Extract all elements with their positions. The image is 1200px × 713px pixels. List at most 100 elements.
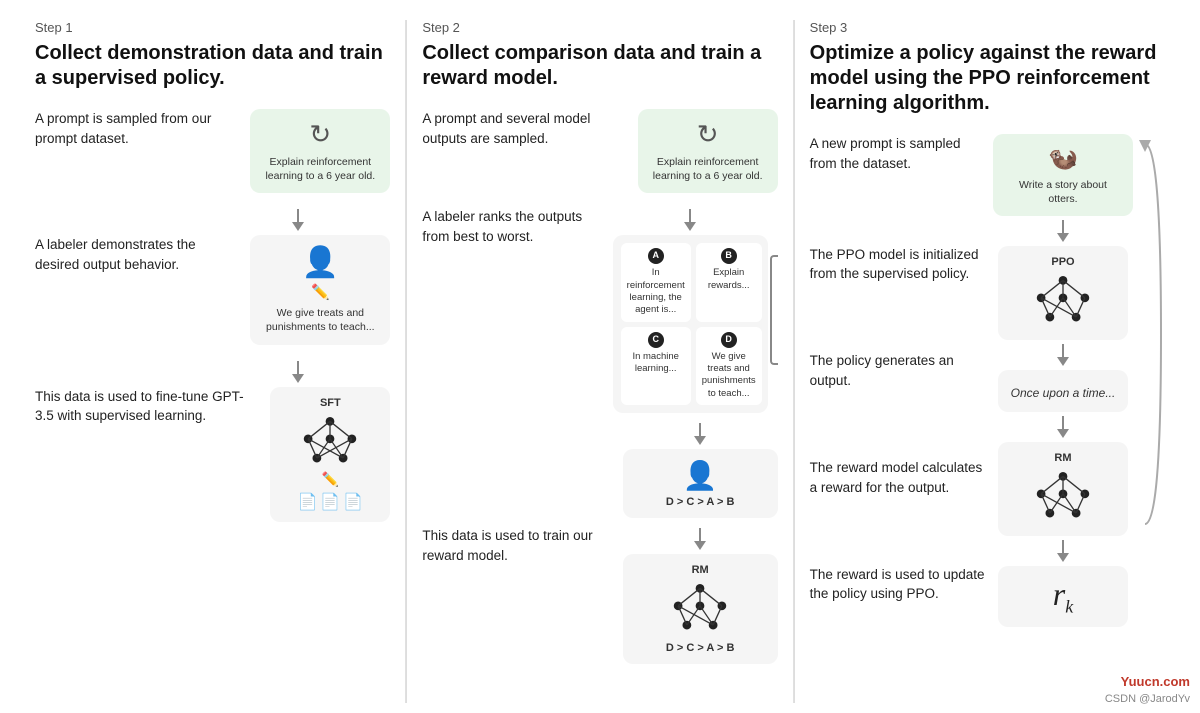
step1-row2: A labeler demonstrates the desired outpu…: [35, 235, 390, 344]
cell-text-d: We give treats and punishments to teach.…: [702, 351, 756, 400]
step1-card-sft: SFT: [270, 387, 390, 522]
watermark-red: Yuucn.com: [1121, 674, 1190, 689]
arrow-step3-3: [1055, 416, 1071, 438]
step2-row1: A prompt and several model outputs are s…: [422, 109, 777, 193]
step3-card3: Once upon a time...: [998, 370, 1128, 412]
step3-cards: 🦦 Write a story about otters. PPO: [993, 134, 1133, 627]
pencil-icon2: ✏️: [322, 471, 339, 488]
step2-content: A prompt and several model outputs are s…: [422, 109, 777, 664]
step2-person-card: 👤 D > C > A > B: [623, 449, 778, 518]
step3-text4: The reward model calculates a reward for…: [810, 458, 985, 521]
comp-cell-a: A In reinforcement learning, the agent i…: [621, 243, 691, 321]
recycle-icon: ↻: [309, 119, 331, 150]
arrow-step3-2: [1055, 344, 1071, 366]
step2-card-prompt: ↻ Explain reinforcement learning to a 6 …: [638, 109, 778, 193]
pencil-icon: ✏️: [311, 283, 330, 301]
step2-person-card-wrap: 👤 D > C > A > B: [623, 421, 778, 518]
step2-comparison-section: A labeler ranks the outputs from best to…: [422, 207, 777, 413]
step2-rm-card: RM: [623, 554, 778, 664]
step2-text2-wrap: A labeler ranks the outputs from best to…: [422, 207, 606, 252]
step2-text1: A prompt and several model outputs are s…: [422, 109, 625, 148]
feedback-arrow-wrap: [1137, 134, 1165, 554]
cell-label-d: D: [721, 332, 737, 348]
step1-title: Collect demonstration data and train a s…: [35, 41, 390, 91]
step1-card-labeler: 👤 ✏️ We give treats and punishments to t…: [250, 235, 390, 344]
feedback-arrow-svg: [1137, 134, 1165, 554]
arrow-step2-3: [692, 528, 708, 550]
watermark: CSDN @JarodYv: [1105, 693, 1190, 705]
rm2-label: RM: [1054, 452, 1071, 464]
arrow-step2-1: [613, 209, 768, 231]
sft-label: SFT: [320, 397, 341, 409]
step1-column: Step 1 Collect demonstration data and tr…: [20, 20, 406, 703]
arrow1: [35, 209, 390, 231]
step2-column: Step 2 Collect comparison data and train…: [407, 20, 793, 703]
step3-card1: 🦦 Write a story about otters.: [993, 134, 1133, 216]
step1-card-label1: Explain reinforcement learning to a 6 ye…: [262, 156, 378, 183]
comp-cell-c: C In machine learning...: [621, 327, 691, 405]
step2-rm-card-wrap: RM: [623, 526, 778, 664]
sft-network-svg: [295, 411, 365, 471]
comparison-group: A In reinforcement learning, the agent i…: [613, 207, 778, 413]
step3-text1: A new prompt is sampled from the dataset…: [810, 134, 985, 197]
step2-label: Step 2: [422, 20, 777, 35]
step3-card5: rk: [998, 566, 1128, 627]
file-icon2: 📄: [320, 492, 340, 512]
step3-text5: The reward is used to update the policy …: [810, 565, 985, 628]
rk-symbol: rk: [1053, 576, 1073, 617]
step3-card-label1: Write a story about otters.: [1005, 179, 1121, 206]
comp-grid: A In reinforcement learning, the agent i…: [621, 243, 760, 405]
arrow-step3-4: [1055, 540, 1071, 562]
step3-column: Step 3 Optimize a policy against the rew…: [795, 20, 1180, 703]
step2-rm-ranking: D > C > A > B: [666, 642, 735, 654]
ppo-label: PPO: [1051, 256, 1074, 268]
step1-card-label2: We give treats and punishments to teach.…: [262, 307, 378, 334]
cell-text-c: In machine learning...: [627, 351, 685, 376]
comp-cell-b: B Explain rewards...: [696, 243, 762, 321]
person-icon: 👤: [302, 245, 339, 280]
step3-card2: PPO: [998, 246, 1128, 340]
step2-card-label1: Explain reinforcement learning to a 6 ye…: [650, 156, 766, 183]
cell-text-a: In reinforcement learning, the agent is.…: [627, 267, 685, 316]
step1-label: Step 1: [35, 20, 390, 35]
arrow2: [35, 361, 390, 383]
rm-network-svg: [665, 578, 735, 638]
step2-rm-section: This data is used to train our reward mo…: [422, 526, 777, 664]
recycle-icon2: ↻: [697, 119, 719, 150]
cell-label-b: B: [721, 248, 737, 264]
rm-label: RM: [692, 564, 709, 576]
step2-ranking: D > C > A > B: [666, 496, 735, 508]
otter-icon: 🦦: [1048, 144, 1078, 173]
step1-row1: A prompt is sampled from our prompt data…: [35, 109, 390, 193]
person-icon2: 👤: [683, 459, 718, 492]
comp-cards-wrap: A In reinforcement learning, the agent i…: [613, 207, 768, 413]
step1-row3: This data is used to fine-tune GPT-3.5 w…: [35, 387, 390, 522]
ppo-network-svg: [1028, 270, 1098, 330]
bracket-line: [770, 255, 778, 365]
step1-text2: A labeler demonstrates the desired outpu…: [35, 235, 238, 274]
step2-text3: This data is used to train our reward mo…: [422, 526, 616, 565]
step3-label: Step 3: [810, 20, 1165, 35]
step2-comp-grid-card: A In reinforcement learning, the agent i…: [613, 235, 768, 413]
step1-content: A prompt is sampled from our prompt data…: [35, 109, 390, 536]
step1-card-prompt: ↻ Explain reinforcement learning to a 6 …: [250, 109, 390, 193]
step3-content: A new prompt is sampled from the dataset…: [810, 134, 1165, 627]
rm2-network-svg: [1028, 466, 1098, 526]
step3-card4: RM: [998, 442, 1128, 536]
step3-text2: The PPO model is initialized from the su…: [810, 245, 985, 308]
step1-text1: A prompt is sampled from our prompt data…: [35, 109, 238, 148]
file-icons: 📄 📄 📄: [297, 492, 363, 512]
step2-text2: A labeler ranks the outputs from best to…: [422, 207, 606, 246]
arrow-step3-1: [1055, 220, 1071, 242]
step1-text3: This data is used to fine-tune GPT-3.5 w…: [35, 387, 258, 426]
step3-cards-wrap: 🦦 Write a story about otters. PPO: [993, 134, 1165, 627]
step3-text3: The policy generates an output.: [810, 351, 985, 414]
step2-person-section: 👤 D > C > A > B: [422, 421, 777, 518]
file-icon3: 📄: [343, 492, 363, 512]
step3-texts: A new prompt is sampled from the dataset…: [810, 134, 985, 627]
step3-card-label3: Once upon a time...: [1011, 386, 1116, 402]
step2-title: Collect comparison data and train a rewa…: [422, 41, 777, 91]
cell-label-a: A: [648, 248, 664, 264]
step3-title: Optimize a policy against the reward mod…: [810, 41, 1165, 116]
comp-cell-d: D We give treats and punishments to teac…: [696, 327, 762, 405]
